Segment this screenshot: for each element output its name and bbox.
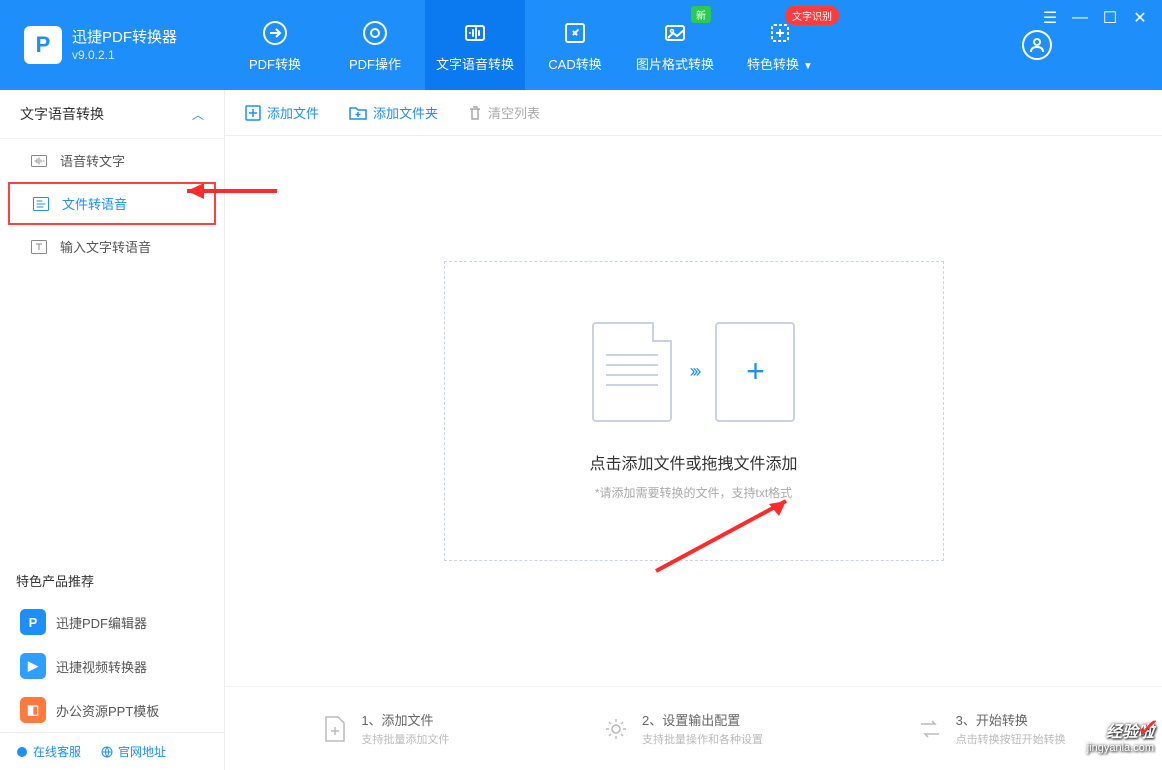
chevron-up-icon: ︿ <box>192 106 204 123</box>
step-add-file: 1、添加文件 支持批量添加文件 <box>321 710 449 747</box>
video-converter-icon: ▶ <box>20 653 46 679</box>
nav-tabs: PDF转换 PDF操作 文字语音转换 CAD转换 新 图片格式转换 文字识别 特… <box>225 0 835 90</box>
ocr-badge: 文字识别 <box>785 6 839 25</box>
chevron-down-icon: ▼ <box>803 61 813 72</box>
step-sub: 支持批量操作和各种设置 <box>642 731 763 747</box>
sidebar-item-label: 语音转文字 <box>60 151 125 170</box>
gear-circle-icon <box>360 18 390 48</box>
menu-icon[interactable]: ☰ <box>1042 10 1058 26</box>
recommend-ppt-template[interactable]: ◧ 办公资源PPT模板 <box>16 688 208 732</box>
app-version: v9.0.2.1 <box>72 48 177 62</box>
gear-icon <box>602 715 630 743</box>
drop-graphics: › › › + <box>592 322 796 422</box>
toolbar: 添加文件 添加文件夹 清空列表 <box>225 90 1162 136</box>
official-site-link[interactable]: 官网地址 <box>101 743 166 760</box>
link-label: 在线客服 <box>33 743 81 760</box>
step-start: 3、开始转换 点击转换按钮开始转换 <box>916 710 1066 747</box>
recommend-title: 特色产品推荐 <box>16 571 208 590</box>
recommend-section: 特色产品推荐 P 迅捷PDF编辑器 ▶ 迅捷视频转换器 ◧ 办公资源PPT模板 <box>0 559 224 732</box>
convert-start-icon <box>916 715 944 743</box>
convert-icon <box>260 18 290 48</box>
sidebar-title: 文字语音转换 <box>20 104 104 124</box>
nav-pdf-convert[interactable]: PDF转换 <box>225 0 325 90</box>
nav-label: PDF操作 <box>349 54 401 73</box>
ppt-template-icon: ◧ <box>20 697 46 723</box>
window-controls: ☰ — ☐ ✕ <box>1042 10 1148 26</box>
nav-label: 图片格式转换 <box>636 54 714 73</box>
sidebar-item-label: 文件转语音 <box>62 194 127 213</box>
drop-title: 点击添加文件或拖拽文件添加 <box>589 450 797 474</box>
sidebar: 文字语音转换 ︿ 语音转文字 文件转语音 输入文字转语音 特色产品推荐 P 迅捷… <box>0 90 225 770</box>
nav-image-convert[interactable]: 新 图片格式转换 <box>625 0 725 90</box>
checkmark-icon: ✓ <box>1136 716 1156 742</box>
step-title: 1、添加文件 <box>361 710 449 729</box>
link-label: 官网地址 <box>118 743 166 760</box>
app-logo-icon: P <box>24 26 62 64</box>
clear-list-button[interactable]: 清空列表 <box>468 103 540 122</box>
nav-cad-convert[interactable]: CAD转换 <box>525 0 625 90</box>
recommend-label: 迅捷PDF编辑器 <box>56 613 147 632</box>
drop-box: › › › + 点击添加文件或拖拽文件添加 *请添加需要转换的文件，支持txt格… <box>444 261 944 561</box>
recommend-pdf-editor[interactable]: P 迅捷PDF编辑器 <box>16 600 208 644</box>
user-avatar-icon[interactable] <box>1022 30 1052 60</box>
file-plus-icon <box>321 715 349 743</box>
drop-subtitle: *请添加需要转换的文件，支持txt格式 <box>595 484 792 501</box>
cad-icon <box>560 18 590 48</box>
recommend-label: 办公资源PPT模板 <box>56 701 159 720</box>
new-badge: 新 <box>691 6 711 23</box>
minimize-icon[interactable]: — <box>1072 10 1088 26</box>
image-icon <box>660 18 690 48</box>
sidebar-list: 语音转文字 文件转语音 输入文字转语音 <box>0 139 224 268</box>
button-label: 添加文件 <box>267 103 319 122</box>
text-input-icon <box>30 239 48 255</box>
drop-area[interactable]: › › › + 点击添加文件或拖拽文件添加 *请添加需要转换的文件，支持txt格… <box>225 136 1162 686</box>
button-label: 清空列表 <box>488 103 540 122</box>
header: P 迅捷PDF转换器 v9.0.2.1 PDF转换 PDF操作 文字语音转换 C… <box>0 0 1162 90</box>
pdf-editor-icon: P <box>20 609 46 635</box>
file-edit-icon <box>32 196 50 212</box>
sidebar-item-file-to-voice[interactable]: 文件转语音 <box>8 182 216 225</box>
step-config: 2、设置输出配置 支持批量操作和各种设置 <box>602 710 763 747</box>
app-name: 迅捷PDF转换器 <box>72 28 177 48</box>
plus-icon: + <box>746 353 765 390</box>
nav-label: 特色转换▼ <box>747 54 813 73</box>
audio-icon <box>460 18 490 48</box>
maximize-icon[interactable]: ☐ <box>1102 10 1118 26</box>
step-sub: 点击转换按钮开始转换 <box>956 731 1066 747</box>
step-sub: 支持批量添加文件 <box>361 731 449 747</box>
nav-label: 文字语音转换 <box>436 54 514 73</box>
nav-label: PDF转换 <box>249 54 301 73</box>
online-service-link[interactable]: 在线客服 <box>16 743 81 760</box>
watermark-url: jingyanla.com <box>1087 742 1154 754</box>
footer-links: 在线客服 官网地址 <box>0 732 224 770</box>
watermark: ✓ 经验啦 jingyanla.com <box>1087 724 1154 754</box>
add-folder-button[interactable]: 添加文件夹 <box>349 103 438 122</box>
recommend-label: 迅捷视频转换器 <box>56 657 147 676</box>
main-area: 添加文件 添加文件夹 清空列表 › › › + <box>225 90 1162 770</box>
nav-pdf-operate[interactable]: PDF操作 <box>325 0 425 90</box>
button-label: 添加文件夹 <box>373 103 438 122</box>
arrow-right-icon: › › › <box>690 361 698 382</box>
sidebar-header[interactable]: 文字语音转换 ︿ <box>0 90 224 139</box>
waveform-icon <box>30 153 48 169</box>
document-icon <box>592 322 672 422</box>
recommend-video-converter[interactable]: ▶ 迅捷视频转换器 <box>16 644 208 688</box>
nav-text-voice[interactable]: 文字语音转换 <box>425 0 525 90</box>
sidebar-item-input-to-voice[interactable]: 输入文字转语音 <box>0 225 224 268</box>
sidebar-item-voice-to-text[interactable]: 语音转文字 <box>0 139 224 182</box>
sidebar-item-label: 输入文字转语音 <box>60 237 151 256</box>
step-title: 2、设置输出配置 <box>642 710 763 729</box>
nav-label: CAD转换 <box>548 54 601 73</box>
add-file-button[interactable]: 添加文件 <box>245 103 319 122</box>
close-icon[interactable]: ✕ <box>1132 10 1148 26</box>
step-title: 3、开始转换 <box>956 710 1066 729</box>
nav-special-convert[interactable]: 文字识别 特色转换▼ <box>725 0 835 90</box>
logo-block: P 迅捷PDF转换器 v9.0.2.1 <box>0 26 225 64</box>
steps-bar: 1、添加文件 支持批量添加文件 2、设置输出配置 支持批量操作和各种设置 3、开… <box>225 686 1162 770</box>
add-target-icon: + <box>715 322 795 422</box>
